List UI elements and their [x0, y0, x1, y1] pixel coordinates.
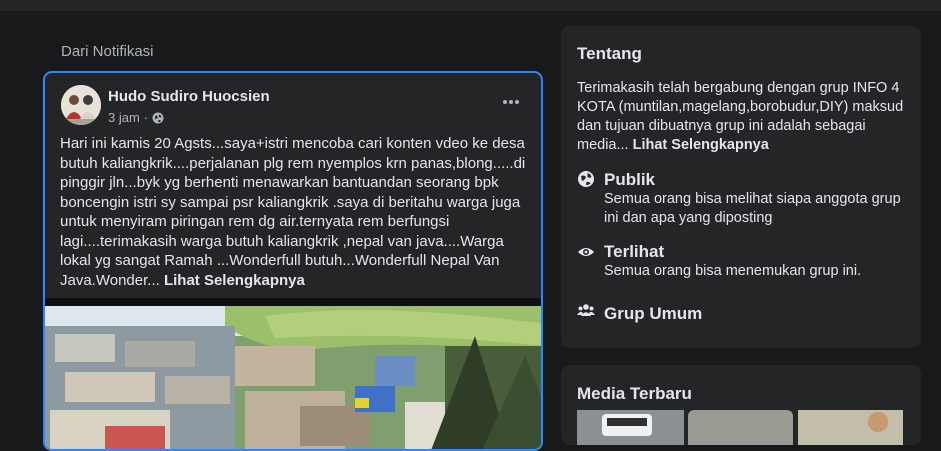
media-thumbnail[interactable] [688, 410, 793, 445]
post-meta: 3 jam · [108, 110, 164, 125]
group-icon [577, 304, 595, 316]
media-thumbnail-image [798, 410, 903, 445]
village-landscape-image [45, 306, 541, 449]
visibility-title: Terlihat [604, 242, 665, 261]
media-thumbnail[interactable] [798, 410, 903, 445]
about-see-more-link[interactable]: Lihat Selengkapnya [633, 137, 769, 153]
about-title: Tentang [577, 44, 642, 63]
top-navigation-bar [0, 0, 941, 11]
meta-separator: · [143, 110, 149, 125]
post-options-button[interactable] [500, 94, 522, 110]
avatar[interactable] [61, 85, 101, 125]
post-card[interactable]: Hudo Sudiro Huocsien 3 jam · Hari ini ka… [43, 71, 543, 451]
globe-icon [578, 171, 594, 187]
avatar-image [61, 85, 101, 125]
post-time[interactable]: 3 jam [108, 110, 140, 125]
post-see-more-link[interactable]: Lihat Selengkapnya [164, 272, 305, 289]
photo-divider [45, 298, 541, 306]
group-type-title: Grup Umum [604, 304, 703, 323]
visibility-description: Semua orang bisa menemukan grup ini. [604, 263, 862, 279]
post-photo[interactable] [45, 306, 541, 449]
post-author-name[interactable]: Hudo Sudiro Huocsien [108, 88, 270, 105]
about-description: Terimakasih telah bergabung dengan grup … [577, 79, 912, 155]
privacy-public-description: Semua orang bisa melihat siapa anggota g… [604, 191, 901, 226]
eye-icon [578, 248, 594, 256]
globe-icon [152, 112, 164, 123]
recent-media-title: Media Terbaru [577, 384, 692, 403]
privacy-public-title: Publik [604, 170, 656, 189]
media-thumbnail-image [577, 410, 684, 445]
recent-media-card: Media Terbaru [561, 365, 921, 445]
feed-section-label: Dari Notifikasi [61, 43, 154, 60]
about-card: Tentang Terimakasih telah bergabung deng… [561, 26, 921, 348]
media-thumbnail[interactable] [577, 410, 684, 445]
post-body: Hari ini kamis 20 Agsts...saya+istri men… [60, 134, 528, 290]
more-dots-icon [503, 100, 519, 104]
post-text: Hari ini kamis 20 Agsts...saya+istri men… [60, 135, 526, 289]
